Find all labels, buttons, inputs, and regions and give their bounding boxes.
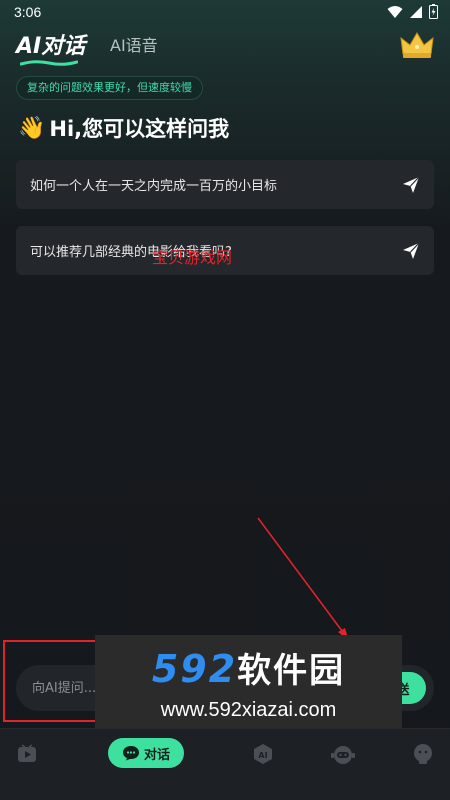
svg-text:AI: AI — [258, 751, 267, 760]
status-bar: 3:06 — [0, 0, 450, 24]
nav-chat-label: 对话 — [143, 747, 170, 763]
chat-bubble-icon — [122, 746, 139, 761]
tab-ai-voice[interactable]: AI语音 — [110, 32, 158, 56]
send-icon[interactable] — [402, 176, 420, 194]
greeting-text: Hi,您可以这样问我 — [49, 117, 230, 141]
annotation-highlight-box — [3, 640, 101, 722]
send-icon[interactable] — [402, 242, 420, 260]
header: AI对话 AI语音 — [0, 28, 450, 68]
crown-icon[interactable] — [400, 30, 434, 60]
status-time: 3:06 — [14, 4, 42, 20]
hint-badge: 复杂的问题效果更好，但速度较慢 — [16, 76, 203, 100]
watermark-logo-number: 592 — [151, 647, 238, 691]
status-icons — [387, 4, 438, 19]
nav-robot[interactable] — [328, 739, 358, 769]
signal-icon — [410, 5, 422, 18]
watermark-logo-text: 软件园 — [237, 651, 346, 691]
watermark-url: www.592xiazai.com — [160, 699, 337, 721]
nav-video[interactable] — [12, 739, 42, 769]
robot-icon — [331, 746, 355, 764]
battery-icon — [429, 4, 438, 19]
nav-ai[interactable]: AI — [248, 739, 278, 769]
bottom-nav: 对话 AI — [0, 728, 450, 800]
tab-ai-chat[interactable]: AI对话 — [16, 28, 85, 60]
waving-hand-icon: 👋 — [18, 115, 46, 141]
suggestion-card[interactable]: 如何一个人在一天之内完成一百万的小目标 — [16, 160, 434, 209]
watermark-text: 宝贝游戏网 — [152, 248, 233, 267]
watermark-banner: 592软件园 www.592xiazai.com — [95, 635, 402, 731]
ai-hexagon-icon: AI — [254, 744, 272, 764]
nav-profile[interactable] — [408, 739, 438, 769]
video-icon — [18, 744, 36, 762]
greeting: 👋 Hi,您可以这样问我 — [18, 113, 229, 143]
wifi-icon — [387, 5, 403, 18]
suggestion-text: 如何一个人在一天之内完成一百万的小目标 — [30, 179, 278, 194]
profile-face-icon — [414, 744, 432, 764]
watermark-logo: 592软件园 — [95, 643, 402, 692]
nav-chat[interactable]: 对话 — [108, 738, 184, 768]
tab-active-underline — [20, 60, 78, 66]
